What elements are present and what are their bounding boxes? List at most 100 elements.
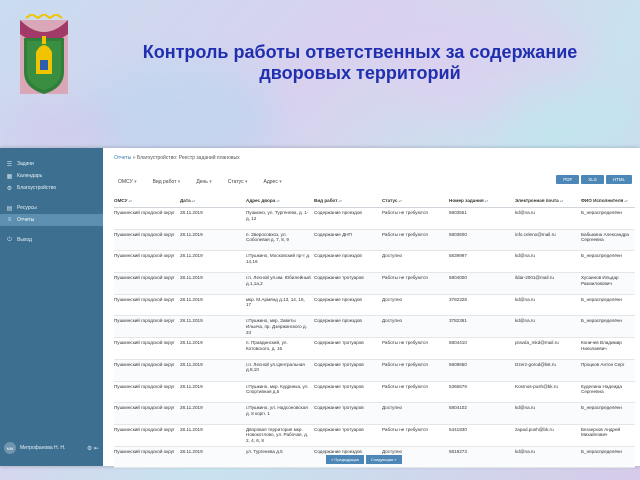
cell-email: kd@na.ru xyxy=(515,318,535,324)
cell-email: kd@na.ru xyxy=(515,405,535,411)
table-row[interactable]: Пушкинский городской округ 28.11.2019 г.Пу… xyxy=(114,251,635,274)
table-row[interactable]: Пушкинский городской округ 28.11.2019 г.Пу… xyxy=(114,382,635,404)
cell-executor: Беззерхов Андрей Михайлович xyxy=(581,426,621,438)
cell-work-type: Содержание проездов xyxy=(314,448,362,454)
filter-address[interactable]: Адрес xyxy=(264,179,282,185)
cell-work-type: Содержание проездов xyxy=(314,318,362,324)
folder-icon: ▤ xyxy=(6,205,13,212)
cell-date: 28.11.2019 xyxy=(180,275,203,281)
table-row[interactable]: Пушкинский городской округ 28.11.2019 мкр.… xyxy=(114,295,635,317)
filter-omsu[interactable]: ОМСУ xyxy=(118,179,137,185)
cell-status: Работы не требуются xyxy=(382,383,428,389)
cell-status: Доступно xyxy=(382,405,403,411)
cell-omsu: Пушкинский городской округ xyxy=(114,296,175,302)
sidebar-item-tasks[interactable]: ☰ Задачи xyxy=(0,158,103,170)
table-row[interactable]: Пушкинский городской округ 28.11.2019 г.Пу… xyxy=(114,403,635,425)
cell-work-type: Содержание тротуаров xyxy=(314,383,364,389)
cell-task-number: 5803600 xyxy=(449,231,467,237)
avatar: ММ xyxy=(4,442,16,454)
user-profile[interactable]: ММ Митрофанова Н. Н. xyxy=(4,442,65,454)
table-row[interactable]: Пушкинский городской округ 28.11.2019 г.п.… xyxy=(114,359,635,382)
sidebar-item-exit[interactable]: ⏻ Выход xyxy=(0,234,103,246)
cell-date: 28.11.2019 xyxy=(180,426,203,432)
breadcrumb: Отчеты » Благоустройство: Реестр заданий… xyxy=(114,155,240,161)
exit-icon: ⏻ xyxy=(7,236,12,243)
cell-status: Работы не требуются xyxy=(382,361,428,367)
sidebar-item-reports[interactable]: ≡ Отчеты xyxy=(0,214,103,226)
export-xls-button[interactable]: XLS xyxy=(581,175,604,184)
cell-email: kd@na.ru xyxy=(515,253,535,259)
breadcrumb-current: » Благоустройство: Реестр заданий планов… xyxy=(132,155,240,161)
column-header-date[interactable]: Дата xyxy=(180,198,246,205)
cell-work-type: Содержание ДНП xyxy=(314,231,352,237)
cell-date: 28.11.2019 xyxy=(180,361,203,367)
export-buttons: PDF XLS HTML xyxy=(556,175,632,184)
column-header-address[interactable]: Адрес двора xyxy=(246,198,314,205)
filter-bar: ОМСУ Вид работ День Статус Адрес xyxy=(118,179,282,185)
cell-date: 28.11.2019 xyxy=(180,210,203,215)
column-header-omsu[interactable]: ОМСУ xyxy=(114,198,180,205)
cell-status: Работы не требуются xyxy=(382,210,428,215)
cell-executor: Б_нераспределённ xyxy=(581,448,622,454)
cell-address: г.Пушкино, мкр. Кудринка, ул. Спортивная… xyxy=(246,383,309,395)
cell-status: Доступно xyxy=(382,296,403,302)
table-row[interactable]: Пушкинский городской округ 28.11.2019 п. П… xyxy=(114,338,635,360)
cell-address: п. Правдинский, ул. Котовского, д. 15 xyxy=(246,340,288,351)
sidebar-item-resources[interactable]: ▤ Ресурсы xyxy=(0,202,103,214)
filter-work-type[interactable]: Вид работ xyxy=(153,179,181,185)
prev-page-button[interactable]: « Предыдущая xyxy=(326,455,364,464)
cell-task-number: 5804102 xyxy=(449,405,467,411)
breadcrumb-link-reports[interactable]: Отчеты xyxy=(114,155,131,161)
cell-email: zapad.push@bk.ru xyxy=(515,426,554,432)
column-header-task-number[interactable]: Номер задания xyxy=(449,198,515,205)
cell-omsu: Пушкинский городской округ xyxy=(114,426,175,432)
table-row[interactable]: Пушкинский городской округ 28.11.2019 г.п.… xyxy=(114,273,635,295)
report-icon: ≡ xyxy=(7,217,12,223)
filter-status[interactable]: Статус xyxy=(228,179,248,185)
next-page-button[interactable]: Следующая » xyxy=(365,455,402,464)
sidebar-item-label: Ресурсы xyxy=(17,205,37,211)
cell-executor: Процков Антон Серг xyxy=(581,361,625,367)
collapse-icon[interactable]: ⇤ xyxy=(94,446,99,452)
gear-icon[interactable]: ⚙ xyxy=(87,446,92,452)
cell-address: г.п. Лесной ул.Центральная д.8,10 xyxy=(246,361,305,373)
export-pdf-button[interactable]: PDF xyxy=(556,175,580,184)
cell-omsu: Пушкинский городской округ xyxy=(114,448,175,454)
cell-work-type: Содержание проездов xyxy=(314,210,362,215)
table-row[interactable]: Пушкинский городской округ 28.11.2019 Двор… xyxy=(114,425,635,447)
cell-address: г.Пушкино, Московский пр-т д. 14,16 xyxy=(246,253,311,264)
sidebar-item-calendar[interactable]: ▦ Календарь xyxy=(0,170,103,182)
settings-icon: ⚙ xyxy=(6,185,13,192)
cell-task-number: 3782328 xyxy=(449,296,467,302)
table-row[interactable]: Пушкинский городской округ 28.11.2019 п. З… xyxy=(114,229,635,252)
column-header-work-type[interactable]: Вид работ xyxy=(314,198,382,205)
cell-date: 28.11.2019 xyxy=(180,253,203,259)
cell-date: 28.11.2019 xyxy=(180,448,203,454)
cell-status: Работы не требуются xyxy=(382,426,428,432)
sidebar: ☰ Задачи ▦ Календарь ⚙ Благоустройство ▤… xyxy=(0,148,103,466)
cell-address: г.Пушкино, ул. Надсоновская д. 8 корп. 1 xyxy=(246,405,308,416)
calendar-icon: ▦ xyxy=(6,173,13,180)
cell-work-type: Содержание тротуаров xyxy=(314,426,364,432)
cell-email: pravda_mkd@mail.ru xyxy=(515,340,559,346)
column-header-status[interactable]: Статус xyxy=(382,198,449,205)
cell-executor: Б_нераспределённ xyxy=(581,210,622,215)
sidebar-item-label: Выход xyxy=(17,237,32,243)
cell-task-number: 5804410 xyxy=(449,340,467,346)
cell-work-type: Содержание тротуаров xyxy=(314,405,364,411)
pagination: « Предыдущая Следующая » xyxy=(326,455,402,464)
column-header-executor[interactable]: ФИО Исполнителя xyxy=(581,198,635,205)
filter-day[interactable]: День xyxy=(196,179,211,185)
cell-address: г.п. Лесной ул.им. Юбилейный д.1,1а,2 xyxy=(246,275,311,286)
sidebar-item-improvement[interactable]: ⚙ Благоустройство xyxy=(0,182,103,194)
cell-email: ildar-2001@mail.ru xyxy=(515,275,554,281)
cell-task-number: 5365679 xyxy=(449,383,467,389)
column-header-email[interactable]: Электронная почта xyxy=(515,198,581,205)
table-row[interactable]: Пушкинский городской округ 28.11.2019 г.Пу… xyxy=(114,316,635,339)
sidebar-item-label: Отчеты xyxy=(17,217,35,223)
table-row[interactable]: Пушкинский городской округ 28.11.2019 Пушк… xyxy=(114,208,635,230)
cell-executor: Б_нераспределённ xyxy=(581,253,622,259)
cell-task-number: 5803551 xyxy=(449,210,467,215)
cell-address: Пушкино, ул. Тургенева, д. 1-д, 12 xyxy=(246,210,309,221)
export-html-button[interactable]: HTML xyxy=(605,175,632,184)
